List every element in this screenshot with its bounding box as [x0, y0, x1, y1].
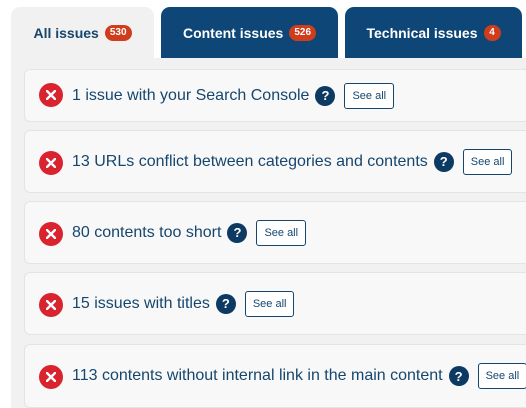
see-all-button[interactable]: See all [462, 148, 513, 175]
see-all-button[interactable]: See all [477, 363, 526, 389]
issue-text: 13 URLs conflict between categories and … [72, 152, 428, 170]
issue-row-content: 15 issues with titles ? See all [39, 273, 295, 334]
question-mark-icon[interactable]: ? [215, 293, 236, 314]
tab-technical-issues-label: Technical issues [366, 24, 478, 41]
see-all-button[interactable]: See all [256, 219, 307, 246]
see-all-button[interactable]: See all [344, 82, 395, 109]
issue-row: 13 URLs conflict between categories and … [24, 130, 526, 193]
tab-all-issues[interactable]: All issues 530 [11, 7, 154, 58]
issue-row: 15 issues with titles ? See all [24, 272, 526, 335]
question-mark-icon[interactable]: ? [433, 151, 454, 172]
tab-content-issues-label: Content issues [182, 24, 284, 41]
issue-text: 80 contents too short [72, 223, 222, 241]
question-mark-icon[interactable]: ? [315, 85, 336, 106]
tab-content-issues-count-badge: 526 [289, 24, 317, 41]
issue-row-content: 113 contents without internal link in th… [39, 345, 526, 407]
issue-row: 1 issue with your Search Console ? See a… [24, 69, 526, 122]
error-x-icon [39, 151, 63, 175]
issue-row-content: 80 contents too short ? See all [39, 202, 307, 263]
issue-row-content: 13 URLs conflict between categories and … [39, 131, 513, 192]
question-mark-icon[interactable]: ? [227, 222, 248, 243]
error-x-icon [39, 293, 63, 317]
see-all-button[interactable]: See all [244, 290, 295, 317]
tab-technical-issues-count-badge: 4 [483, 24, 501, 41]
issue-text: 1 issue with your Search Console [72, 86, 310, 104]
tab-content-issues[interactable]: Content issues 526 [161, 7, 338, 58]
issue-row: 113 contents without internal link in th… [24, 344, 526, 408]
error-x-icon [39, 83, 63, 107]
tab-all-issues-label: All issues [33, 24, 99, 41]
tab-technical-issues[interactable]: Technical issues 4 [345, 7, 522, 58]
issue-row-content: 1 issue with your Search Console ? See a… [39, 70, 395, 121]
question-mark-icon[interactable]: ? [448, 366, 469, 386]
error-x-icon [39, 365, 63, 389]
issues-panel: 1 issue with your Search Console ? See a… [11, 58, 526, 408]
issue-row: 80 contents too short ? See all [24, 201, 526, 264]
issue-tabs: All issues 530 Content issues 526 Techni… [0, 0, 526, 58]
error-x-icon [39, 222, 63, 246]
issue-text: 15 issues with titles [72, 294, 210, 312]
issues-page: All issues 530 Content issues 526 Techni… [0, 0, 526, 408]
tab-all-issues-count-badge: 530 [104, 24, 132, 41]
issue-text: 113 contents without internal link in th… [72, 367, 443, 384]
